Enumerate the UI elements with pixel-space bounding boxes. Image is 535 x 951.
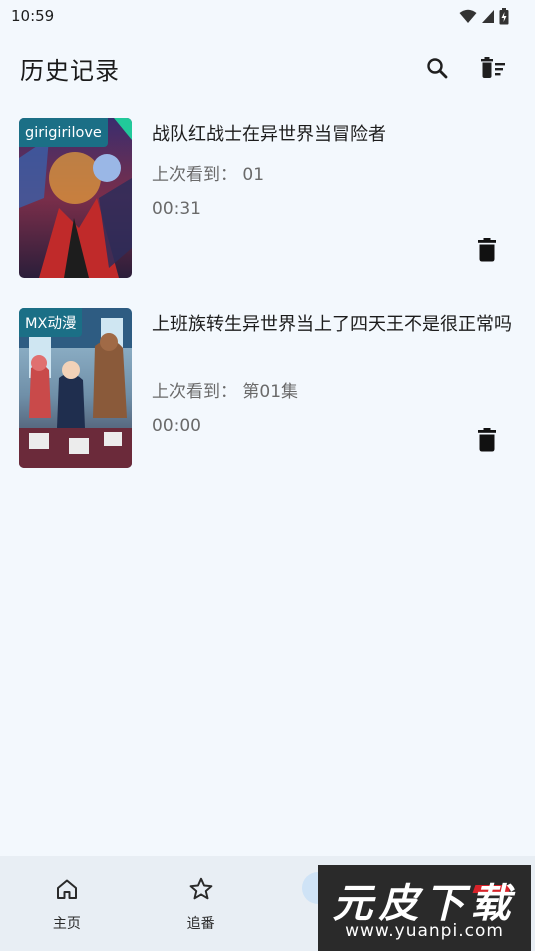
watch-progress: 00:31 [152, 199, 201, 219]
trash-icon [478, 428, 496, 452]
nav-home-label: 主页 [52, 916, 81, 932]
clear-history-button[interactable] [471, 46, 515, 90]
delete-button[interactable] [473, 235, 501, 265]
wifi-icon [459, 9, 477, 23]
cover-image[interactable]: MX动漫 [19, 308, 132, 468]
cover-image[interactable]: girigirilove [19, 118, 132, 278]
watermark: 元皮下载 www.yuanpi.com [318, 865, 531, 951]
app-bar: 历史记录 [0, 40, 535, 96]
trash-icon [478, 238, 496, 262]
star-icon [188, 876, 214, 902]
battery-icon [499, 7, 509, 24]
delete-sweep-icon [481, 57, 505, 78]
last-watched: 上次看到： 第01集 [152, 382, 299, 402]
history-item[interactable]: girigirilove 战队红战士在异世界当冒险者 上次看到： 01 00:3… [0, 118, 535, 308]
delete-button[interactable] [473, 425, 501, 455]
source-badge: girigirilove [19, 118, 108, 147]
anime-title: 战队红战士在异世界当冒险者 [152, 124, 386, 145]
source-badge: MX动漫 [19, 308, 83, 337]
nav-follow-label: 追番 [186, 916, 215, 932]
status-icons [459, 7, 509, 25]
nav-follow[interactable]: 追番 [134, 856, 268, 951]
watermark-url: www.yuanpi.com [345, 921, 504, 941]
status-bar: 10:59 [0, 0, 535, 32]
search-button[interactable] [415, 46, 459, 90]
search-icon [427, 58, 448, 79]
history-list: girigirilove 战队红战士在异世界当冒险者 上次看到： 01 00:3… [0, 118, 535, 498]
home-icon [54, 876, 80, 902]
nav-home[interactable]: 主页 [0, 856, 134, 951]
anime-title: 上班族转生异世界当上了四天王不是很正常吗 [152, 314, 512, 335]
last-watched: 上次看到： 01 [152, 165, 265, 185]
history-item[interactable]: MX动漫 上班族转生异世界当上了四天王不是很正常吗 上次看到： 第01集 00:… [0, 308, 535, 498]
watch-progress: 00:00 [152, 416, 201, 436]
status-time: 10:59 [11, 7, 55, 25]
signal-icon [482, 9, 494, 23]
page-title: 历史记录 [20, 56, 120, 85]
